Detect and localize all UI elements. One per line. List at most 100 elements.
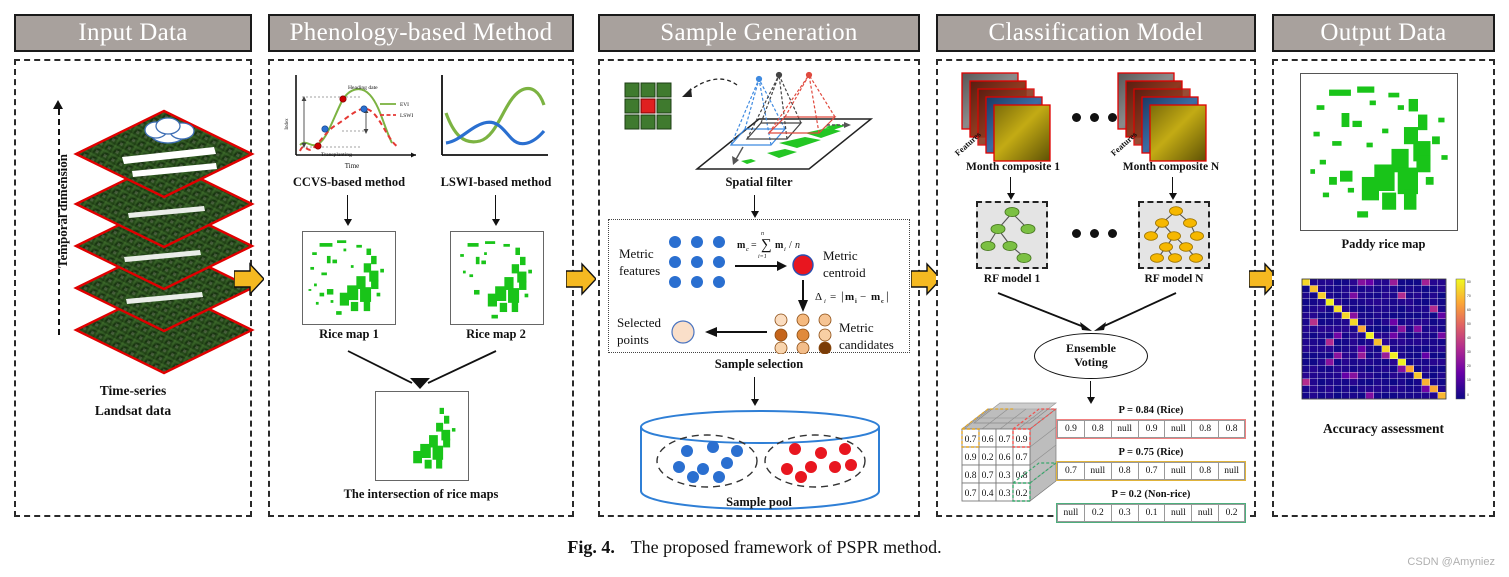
- matrix-cell: [1398, 345, 1406, 352]
- matrix-cell: [1390, 372, 1398, 379]
- matrix-cell: [1310, 332, 1318, 339]
- matrix-cell: [1302, 392, 1310, 399]
- matrix-cell: [1398, 359, 1406, 366]
- matrix-cell: [1438, 292, 1446, 299]
- matrix-cell: [1422, 332, 1430, 339]
- matrix-cell: [1302, 339, 1310, 346]
- svg-text:i=1: i=1: [758, 254, 767, 260]
- matrix-cell: [1326, 339, 1334, 346]
- matrix-cell: [1422, 299, 1430, 306]
- panel-title-sample-generation: Sample Generation: [598, 14, 920, 52]
- matrix-cell: [1430, 312, 1438, 319]
- matrix-cell: [1430, 325, 1438, 332]
- decision-tree-n-icon: [1144, 206, 1204, 263]
- matrix-cell: [1374, 305, 1382, 312]
- rf-model-n-label: RF model N: [1144, 273, 1204, 285]
- probability-row-1: 0.9 0.8 null 0.9 null 0.8 0.8: [1056, 419, 1246, 439]
- matrix-cell: [1382, 352, 1390, 359]
- matrix-cell: [1406, 299, 1414, 306]
- matrix-cell: [1374, 319, 1382, 326]
- matrix-cell: [1302, 379, 1310, 386]
- matrix-cell: [1326, 365, 1334, 372]
- svg-text:Time: Time: [345, 162, 360, 170]
- matrix-cell: [1326, 392, 1334, 399]
- matrix-cell: [1366, 385, 1374, 392]
- caption-text: The proposed framework of PSPR method.: [630, 537, 942, 557]
- models-ellipsis-icon: [1072, 229, 1117, 238]
- matrix-cell: [1326, 352, 1334, 359]
- sample-pool-label: Sample pool: [726, 495, 792, 509]
- matrix-cell: [1390, 332, 1398, 339]
- matrix-cell: [1398, 385, 1406, 392]
- matrix-cell: [1318, 352, 1326, 359]
- matrix-cell: [1406, 325, 1414, 332]
- matrix-cell: [1358, 392, 1366, 399]
- matrix-cell: [1350, 392, 1358, 399]
- matrix-cell: [1406, 365, 1414, 372]
- probability-row-3: null 0.2 0.3 0.1 null null 0.2: [1056, 503, 1246, 523]
- arrow-down-to-selection-icon: [750, 195, 759, 218]
- matrix-cell: [1358, 312, 1366, 319]
- matrix-cell: [1350, 339, 1358, 346]
- matrix-cell: [1350, 352, 1358, 359]
- matrix-cell: [1390, 352, 1398, 359]
- matrix-cell: [1326, 319, 1334, 326]
- matrix-cell: [1414, 299, 1422, 306]
- matrix-cell: [1382, 305, 1390, 312]
- month-composite-1-label: Month composite 1: [966, 161, 1060, 173]
- matrix-cell: [1382, 325, 1390, 332]
- matrix-cell: [1406, 379, 1414, 386]
- matrix-cell: [1302, 325, 1310, 332]
- matrix-cell: [1406, 359, 1414, 366]
- svg-text:∑: ∑: [761, 237, 772, 253]
- matrix-cell: [1382, 292, 1390, 299]
- matrix-cell: [1366, 332, 1374, 339]
- month-composite-1-stack: Features: [953, 72, 1051, 162]
- rice-map-1-label: Rice map 1: [319, 327, 379, 341]
- matrix-cell: [1326, 332, 1334, 339]
- matrix-cell: [1398, 285, 1406, 292]
- matrix-cell: [1414, 285, 1422, 292]
- matrix-cell: [1390, 285, 1398, 292]
- matrix-cell: [1374, 325, 1382, 332]
- landsat-stack: Temporal dimension: [16, 87, 255, 377]
- sample-selection-diagram: Metric features Metric centroid m c = ∑ …: [617, 231, 894, 355]
- matrix-cell: [1350, 332, 1358, 339]
- matrix-cell: [1358, 305, 1366, 312]
- probability-cell: 0.7: [1057, 462, 1084, 480]
- matrix-cell: [1326, 305, 1334, 312]
- matrix-cell: [1326, 345, 1334, 352]
- ensemble-label-2: Voting: [1074, 355, 1108, 369]
- svg-text:/: /: [789, 240, 792, 251]
- matrix-cell: [1310, 345, 1318, 352]
- matrix-cell: [1414, 385, 1422, 392]
- matrix-cell: [1366, 319, 1374, 326]
- matrix-cell: [1374, 372, 1382, 379]
- matrix-cell: [1422, 285, 1430, 292]
- matrix-cell: [1414, 279, 1422, 286]
- paddy-rice-map-label: Paddy rice map: [1341, 237, 1426, 251]
- matrix-cell: [1374, 385, 1382, 392]
- matrix-cell: [1310, 365, 1318, 372]
- panel-title-output-data: Output Data: [1272, 14, 1495, 52]
- cube-cell: 0.7: [999, 435, 1011, 445]
- matrix-cell: [1342, 325, 1350, 332]
- arrow-down-to-pool-icon: [750, 377, 759, 406]
- svg-text:0: 0: [1467, 393, 1469, 397]
- matrix-cell: [1422, 365, 1430, 372]
- rf-model-n-box: [1138, 201, 1210, 269]
- matrix-cell: [1414, 305, 1422, 312]
- matrix-cell: [1334, 385, 1342, 392]
- probability-cube: 0.7 0.6 0.7 0.9 0.9 0.2 0.6 0.7 0.8 0.7 …: [960, 402, 1058, 502]
- ensemble-label-1: Ensemble: [1065, 341, 1116, 356]
- matrix-cell: [1310, 392, 1318, 399]
- axis-arrow-icon: [53, 100, 63, 109]
- matrix-cell: [1366, 352, 1374, 359]
- flow-arrow-1-icon: [234, 262, 264, 296]
- svg-text:Metric: Metric: [619, 246, 654, 261]
- svg-text:centroid: centroid: [823, 265, 866, 280]
- matrix-cell: [1438, 305, 1446, 312]
- matrix-cell: [1422, 359, 1430, 366]
- matrix-cell: [1310, 312, 1318, 319]
- arrow-down-to-probabilities-icon: [1086, 381, 1095, 404]
